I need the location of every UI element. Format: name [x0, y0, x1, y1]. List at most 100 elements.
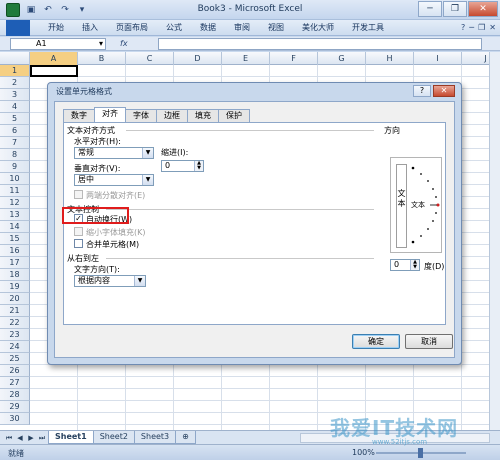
row-header[interactable]: 30 — [0, 413, 30, 425]
prev-sheet-icon[interactable]: ◀ — [15, 433, 25, 443]
spinner-arrows-icon[interactable]: ▲ ▼ — [194, 161, 203, 171]
vertical-align-select[interactable]: 居中 ▼ — [74, 174, 154, 186]
row-header[interactable]: 29 — [0, 401, 30, 413]
vertical-text-toggle[interactable]: 文本 — [396, 164, 407, 248]
text-direction-select[interactable]: 根据内容 ▼ — [74, 275, 146, 287]
tab-beautify-master[interactable]: 美化大师 — [294, 20, 342, 36]
row-header[interactable]: 16 — [0, 245, 30, 257]
row-header[interactable]: 4 — [0, 101, 30, 113]
orientation-dial[interactable]: 文本 — [409, 162, 441, 248]
row-header[interactable]: 25 — [0, 353, 30, 365]
tab-data[interactable]: 数据 — [192, 20, 224, 36]
tab-home[interactable]: 开始 — [40, 20, 72, 36]
tab-fill[interactable]: 填充 — [187, 109, 219, 122]
row-header[interactable]: 28 — [0, 389, 30, 401]
zoom-slider-thumb[interactable] — [418, 448, 423, 458]
row-header[interactable]: 12 — [0, 197, 30, 209]
row-header[interactable]: 11 — [0, 185, 30, 197]
close-button[interactable]: ✕ — [468, 1, 498, 17]
fx-icon[interactable]: fx — [120, 37, 128, 51]
tab-font[interactable]: 字体 — [125, 109, 157, 122]
row-header[interactable]: 10 — [0, 173, 30, 185]
zoom-level[interactable]: 100% — [352, 448, 375, 457]
workbook-close-icon[interactable]: ✕ — [489, 23, 496, 32]
chevron-down-icon[interactable]: ▼ — [142, 175, 153, 185]
distributed-checkbox[interactable] — [74, 190, 83, 199]
merge-cells-checkbox[interactable] — [74, 239, 83, 248]
cancel-button[interactable]: 取消 — [405, 334, 453, 349]
tab-border[interactable]: 边框 — [156, 109, 188, 122]
minimize-button[interactable]: ─ — [418, 1, 442, 17]
sheet-tab-2[interactable]: Sheet2 — [92, 431, 135, 444]
insert-sheet-icon[interactable]: ⊕ — [175, 431, 196, 444]
horizontal-align-select[interactable]: 常规 ▼ — [74, 147, 154, 159]
column-header[interactable]: G — [318, 52, 366, 65]
select-all-corner[interactable] — [0, 52, 30, 65]
column-header[interactable]: A — [30, 52, 78, 65]
column-header[interactable]: C — [126, 52, 174, 65]
chevron-down-icon[interactable]: ▾ — [99, 39, 103, 49]
row-header[interactable]: 22 — [0, 317, 30, 329]
tab-review[interactable]: 审阅 — [226, 20, 258, 36]
column-header[interactable]: I — [414, 52, 462, 65]
tab-formulas[interactable]: 公式 — [158, 20, 190, 36]
workbook-minimize-icon[interactable]: ─ — [469, 23, 474, 32]
last-sheet-icon[interactable]: ⏭ — [37, 433, 47, 443]
next-sheet-icon[interactable]: ▶ — [26, 433, 36, 443]
chevron-down-icon[interactable]: ▼ — [134, 276, 145, 286]
row-header[interactable]: 21 — [0, 305, 30, 317]
spinner-arrows-icon[interactable]: ▲ ▼ — [410, 260, 419, 270]
column-header[interactable]: F — [270, 52, 318, 65]
restore-button[interactable]: ❐ — [443, 1, 467, 17]
row-header[interactable]: 3 — [0, 89, 30, 101]
tab-developer[interactable]: 开发工具 — [344, 20, 392, 36]
tab-alignment[interactable]: 对齐 — [94, 107, 126, 122]
shrink-to-fit-checkbox[interactable] — [74, 227, 83, 236]
row-header[interactable]: 9 — [0, 161, 30, 173]
first-sheet-icon[interactable]: ⏮ — [4, 433, 14, 443]
dialog-close-button[interactable]: ✕ — [433, 85, 455, 97]
tab-number[interactable]: 数字 — [63, 109, 95, 122]
active-cell[interactable] — [30, 65, 78, 77]
sheet-tab-3[interactable]: Sheet3 — [133, 431, 177, 444]
dialog-help-button[interactable]: ? — [413, 85, 431, 97]
row-header[interactable]: 20 — [0, 293, 30, 305]
row-header[interactable]: 7 — [0, 137, 30, 149]
help-icon[interactable]: ? — [461, 23, 465, 32]
column-header[interactable]: E — [222, 52, 270, 65]
row-header[interactable]: 13 — [0, 209, 30, 221]
tab-page-layout[interactable]: 页面布局 — [108, 20, 156, 36]
row-header[interactable]: 14 — [0, 221, 30, 233]
degrees-spinner[interactable]: 0 ▲ ▼ — [390, 259, 420, 271]
indent-spinner[interactable]: 0 ▲ ▼ — [161, 160, 204, 172]
row-header[interactable]: 5 — [0, 113, 30, 125]
zoom-slider[interactable] — [376, 448, 466, 458]
row-header[interactable]: 27 — [0, 377, 30, 389]
row-header[interactable]: 8 — [0, 149, 30, 161]
formula-input[interactable] — [158, 38, 482, 50]
row-header[interactable]: 2 — [0, 77, 30, 89]
workbook-restore-icon[interactable]: ❐ — [478, 23, 485, 32]
row-header[interactable]: 15 — [0, 233, 30, 245]
row-header[interactable]: 6 — [0, 125, 30, 137]
tab-protection[interactable]: 保护 — [218, 109, 250, 122]
row-header[interactable]: 26 — [0, 365, 30, 377]
name-box[interactable]: A1 ▾ — [10, 38, 106, 50]
chevron-down-icon[interactable]: ▼ — [142, 148, 153, 158]
column-header[interactable]: B — [78, 52, 126, 65]
row-header[interactable]: 17 — [0, 257, 30, 269]
column-header[interactable]: H — [366, 52, 414, 65]
file-tab[interactable] — [6, 19, 30, 36]
tab-view[interactable]: 视图 — [260, 20, 292, 36]
row-header[interactable]: 23 — [0, 329, 30, 341]
horizontal-align-label: 水平对齐(H): — [74, 137, 121, 146]
row-header[interactable]: 1 — [0, 65, 30, 77]
tab-insert[interactable]: 插入 — [74, 20, 106, 36]
vertical-scrollbar[interactable] — [489, 52, 500, 430]
row-header[interactable]: 19 — [0, 281, 30, 293]
sheet-tab-1[interactable]: Sheet1 — [48, 431, 94, 444]
row-header[interactable]: 18 — [0, 269, 30, 281]
ok-button[interactable]: 确定 — [352, 334, 400, 349]
column-header[interactable]: D — [174, 52, 222, 65]
row-header[interactable]: 24 — [0, 341, 30, 353]
